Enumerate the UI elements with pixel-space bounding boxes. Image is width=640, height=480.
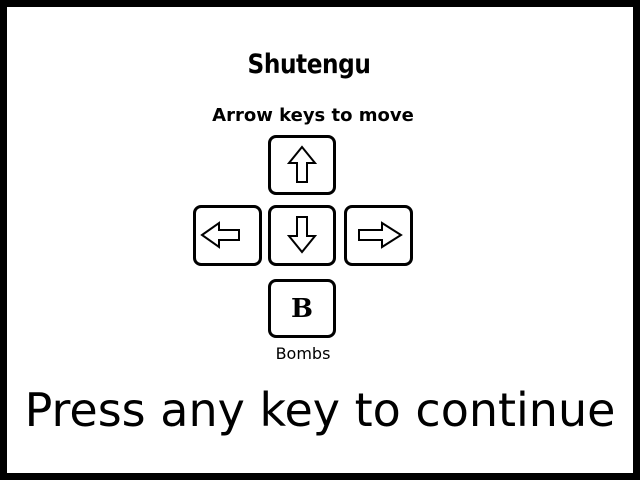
bomb-key-letter: B [291, 293, 313, 324]
game-screen[interactable]: Shutengu Arrow keys to move B Bombs Pres… [7, 7, 633, 473]
bomb-key: B [268, 279, 336, 338]
arrow-down-icon [286, 216, 318, 254]
bomb-key-label: Bombs [275, 344, 331, 363]
continue-prompt: Press any key to continue [24, 383, 616, 437]
down-arrow-key [268, 205, 336, 266]
arrow-right-icon [358, 221, 403, 249]
up-arrow-key [268, 135, 336, 195]
arrow-up-icon [286, 145, 318, 183]
arrow-left-icon [200, 221, 240, 249]
game-title: Shutengu [247, 49, 371, 80]
controls-instructions: Arrow keys to move [212, 105, 414, 126]
right-arrow-key [344, 205, 413, 266]
left-arrow-key [193, 205, 262, 266]
